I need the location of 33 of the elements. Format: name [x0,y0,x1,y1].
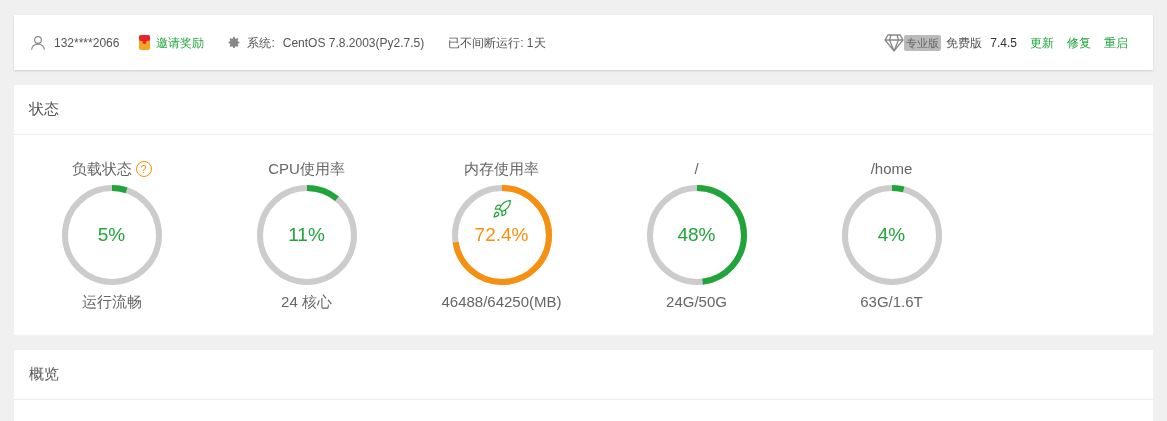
system-label: 系统: [247,34,275,52]
gauge-caption: 46488/64250(MB) [441,292,562,312]
gauge-value: 11% [288,222,325,247]
gauge-label: / [694,158,699,179]
user-account: 132****2066 [54,34,120,52]
action-link[interactable]: 重启 [1104,33,1128,52]
gauge-value: 4% [877,222,906,247]
gauge-value: 48% [677,222,716,247]
gauge-caption: 63G/1.6T [860,292,923,312]
gauge-label: /home [870,158,913,179]
edition: 免费版 [946,34,983,52]
uptime: 已不间断运行: 1天 [448,34,546,52]
rocket-icon[interactable] [491,199,512,219]
gauge-caption: 运行流畅 [81,292,142,312]
version: 7.4.5 [990,34,1017,52]
gauge-value: 72.4% [474,222,529,247]
user-icon [29,33,47,52]
gauge-label: 内存使用率 [464,158,539,179]
system-value: CentOS 7.8.2003(Py2.7.5) [282,34,425,52]
action-link[interactable]: 修复 [1067,33,1091,52]
action-link[interactable]: 更新 [1030,33,1054,52]
gear-icon [228,36,242,49]
card-title: 状态 [29,99,59,120]
gauge-label: 负载状态 [71,158,132,179]
diamond-icon [884,33,905,52]
gauge-caption: 24G/50G [666,292,727,312]
card-title: 概览 [29,364,59,385]
gauge-label: CPU使用率 [268,158,345,179]
gauge-value: 5% [97,222,126,247]
pro-badge[interactable]: 专业版 [904,34,942,51]
envelope-icon [139,35,151,50]
gauge-caption: 24 核心 [281,292,332,312]
invite-link[interactable]: 邀请奖励 [156,33,205,52]
